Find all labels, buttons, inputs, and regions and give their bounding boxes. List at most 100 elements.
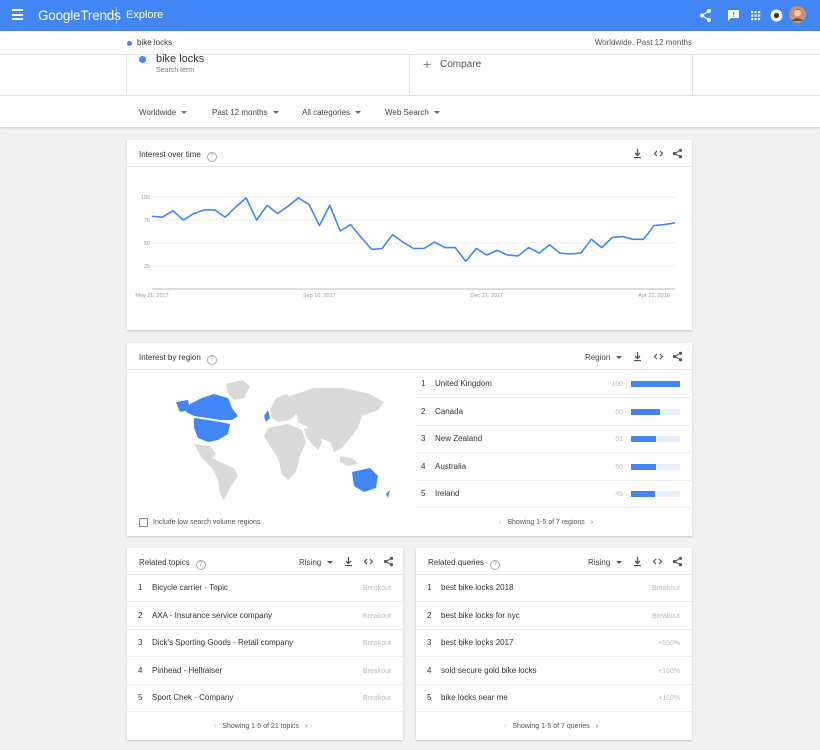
- filter-time-range[interactable]: Past 12 months: [212, 108, 279, 117]
- data-point[interactable]: [610, 235, 614, 239]
- list-item[interactable]: 3 Dick's Sporting Goods - Retail company B…: [127, 630, 403, 657]
- data-point[interactable]: [464, 259, 468, 263]
- share-icon[interactable]: [383, 556, 394, 567]
- embed-icon[interactable]: [653, 148, 664, 159]
- embed-icon[interactable]: [363, 556, 374, 567]
- data-point[interactable]: [296, 196, 300, 200]
- data-point[interactable]: [328, 203, 332, 207]
- search-term-input[interactable]: bike locks: [156, 53, 204, 65]
- data-point[interactable]: [589, 237, 593, 241]
- data-point[interactable]: [380, 247, 384, 251]
- data-point[interactable]: [223, 215, 227, 219]
- data-point[interactable]: [338, 229, 342, 233]
- map-usa[interactable]: [194, 418, 230, 442]
- apps-icon[interactable]: [748, 8, 763, 23]
- share-icon[interactable]: [672, 351, 683, 362]
- data-point[interactable]: [474, 247, 478, 251]
- filter-location[interactable]: Worldwide: [139, 108, 188, 117]
- region-row[interactable]: 5 Ireland 49: [415, 481, 691, 508]
- share-icon[interactable]: [672, 148, 683, 159]
- map-greenland[interactable]: [226, 380, 250, 400]
- data-point[interactable]: [171, 209, 175, 213]
- data-point[interactable]: [391, 233, 395, 237]
- topics-metric-dropdown[interactable]: Rising: [299, 558, 334, 567]
- chevron-right-icon[interactable]: ›: [591, 519, 593, 526]
- data-point[interactable]: [307, 202, 311, 206]
- region-row[interactable]: 4 Australia 50: [415, 454, 691, 481]
- avatar[interactable]: [789, 6, 806, 23]
- data-point[interactable]: [453, 246, 457, 250]
- low-volume-checkbox[interactable]: [139, 518, 148, 527]
- help-icon[interactable]: ?: [490, 560, 501, 570]
- map-latin-america[interactable]: [194, 444, 238, 500]
- data-point[interactable]: [432, 240, 436, 244]
- data-point[interactable]: [349, 223, 353, 227]
- data-point[interactable]: [495, 248, 499, 252]
- data-point[interactable]: [516, 254, 520, 258]
- map-alaska[interactable]: [176, 400, 190, 412]
- world-map[interactable]: [172, 376, 412, 506]
- list-item[interactable]: 4 Pinhead - Hellraiser Breakout: [127, 658, 403, 685]
- compare-input[interactable]: Compare: [440, 59, 481, 70]
- embed-icon[interactable]: [653, 351, 664, 362]
- download-icon[interactable]: [343, 556, 354, 567]
- data-point[interactable]: [244, 196, 248, 200]
- data-point[interactable]: [600, 246, 604, 250]
- data-point[interactable]: [359, 235, 363, 239]
- chevron-left-icon[interactable]: ‹: [499, 519, 501, 526]
- menu-icon[interactable]: [12, 9, 23, 22]
- chevron-right-icon[interactable]: ›: [596, 723, 598, 730]
- map-africa[interactable]: [264, 424, 306, 480]
- chevron-left-icon[interactable]: ‹: [214, 723, 216, 730]
- data-point[interactable]: [276, 212, 280, 216]
- data-point[interactable]: [642, 237, 646, 241]
- data-point[interactable]: [663, 223, 667, 227]
- data-point[interactable]: [370, 247, 374, 251]
- data-point[interactable]: [547, 243, 551, 247]
- help-icon[interactable]: ?: [195, 560, 206, 570]
- data-point[interactable]: [255, 218, 259, 222]
- filter-category[interactable]: All categories: [302, 108, 362, 117]
- region-row[interactable]: 1 United Kingdom 100: [415, 371, 691, 398]
- map-new-zealand[interactable]: [386, 490, 390, 498]
- list-item[interactable]: 3 best bike locks 2017 +550%: [416, 630, 692, 657]
- chevron-right-icon[interactable]: ›: [305, 723, 307, 730]
- data-point[interactable]: [286, 204, 290, 208]
- list-item[interactable]: 1 best bike locks 2018 Breakout: [416, 575, 692, 602]
- help-icon[interactable]: ?: [206, 355, 217, 365]
- help-icon[interactable]: ?: [206, 152, 217, 162]
- data-point[interactable]: [317, 224, 321, 228]
- data-point[interactable]: [192, 212, 196, 216]
- data-point[interactable]: [673, 221, 677, 225]
- map-australia[interactable]: [352, 468, 378, 492]
- data-point[interactable]: [652, 224, 656, 228]
- account-icon[interactable]: [769, 8, 784, 23]
- data-point[interactable]: [579, 251, 583, 255]
- list-item[interactable]: 2 AXA - Insurance service company Breakout: [127, 603, 403, 630]
- data-point[interactable]: [213, 208, 217, 212]
- data-point[interactable]: [265, 203, 269, 207]
- data-point[interactable]: [422, 247, 426, 251]
- share-icon[interactable]: [672, 556, 683, 567]
- data-point[interactable]: [150, 214, 154, 218]
- data-point[interactable]: [485, 253, 489, 257]
- download-icon[interactable]: [632, 556, 643, 567]
- embed-icon[interactable]: [652, 556, 663, 567]
- region-row[interactable]: 3 New Zealand 51: [415, 426, 691, 453]
- queries-metric-dropdown[interactable]: Rising: [588, 558, 623, 567]
- data-point[interactable]: [412, 247, 416, 251]
- download-icon[interactable]: [632, 148, 643, 159]
- data-point[interactable]: [537, 251, 541, 255]
- region-resolution-dropdown[interactable]: Region: [585, 353, 623, 362]
- data-point[interactable]: [506, 253, 510, 257]
- data-point[interactable]: [202, 208, 206, 212]
- share-icon[interactable]: [698, 8, 713, 23]
- data-point[interactable]: [631, 237, 635, 241]
- data-point[interactable]: [160, 215, 164, 219]
- list-item[interactable]: 5 Sport Chek - Company Breakout: [127, 685, 403, 712]
- feedback-icon[interactable]: [726, 8, 741, 23]
- series-line[interactable]: [151, 197, 676, 263]
- filter-search-type[interactable]: Web Search: [385, 108, 440, 117]
- map-united-kingdom[interactable]: [264, 410, 270, 422]
- map-se-asia[interactable]: [340, 456, 358, 466]
